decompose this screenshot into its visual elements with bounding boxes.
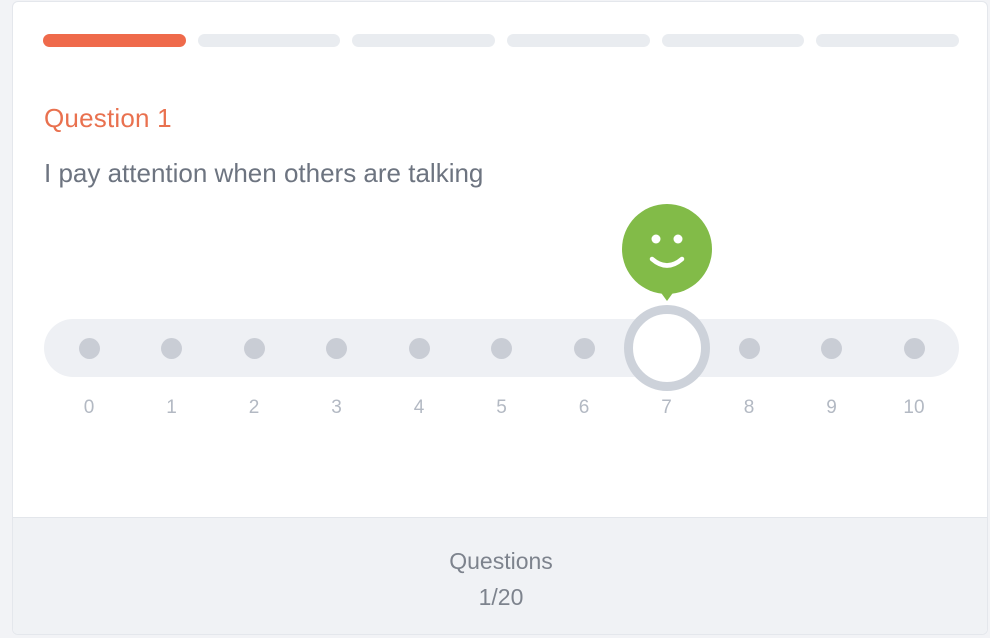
rating-option-3[interactable]	[307, 319, 367, 377]
rating-label: 5	[496, 397, 507, 418]
rating-scale	[44, 305, 959, 391]
rating-label: 7	[661, 397, 672, 418]
rating-label: 9	[826, 397, 837, 418]
selected-rating-indicator	[621, 204, 712, 302]
rating-dot-icon	[903, 337, 925, 359]
rating-label: 0	[83, 397, 95, 418]
progress-segment	[197, 34, 341, 47]
selected-ring-icon	[623, 305, 710, 391]
rating-dot-icon	[78, 337, 100, 359]
question-number: Question 1	[44, 103, 172, 133]
questions-footer: Questions 1/20	[13, 517, 987, 634]
rating-option-4[interactable]	[389, 319, 449, 377]
rating-option-7[interactable]	[623, 305, 710, 391]
questions-label: Questions	[449, 548, 553, 574]
progress-segment	[661, 34, 805, 47]
smiley-face-icon	[621, 204, 712, 301]
rating-label: 10	[903, 397, 925, 418]
rating-label: 6	[578, 397, 590, 418]
rating-option-10[interactable]	[884, 319, 944, 377]
progress-bar	[43, 34, 960, 48]
progress-segment	[43, 34, 186, 47]
question-card: Question 1 I pay attention when others a…	[12, 1, 988, 635]
rating-dot-icon	[243, 337, 265, 359]
rating-dot-icon	[408, 337, 430, 359]
rating-dot-icon	[161, 337, 182, 359]
rating-option-0[interactable]	[59, 319, 119, 377]
rating-dot-icon	[821, 337, 842, 359]
rating-label: 1	[166, 397, 177, 418]
rating-dot-icon	[326, 337, 347, 359]
rating-label: 4	[413, 397, 425, 418]
rating-dot-icon	[738, 337, 760, 359]
progress-segment	[352, 34, 496, 47]
progress-segment	[816, 34, 960, 47]
questions-count: 1/20	[478, 584, 524, 610]
rating-option-8[interactable]	[719, 319, 779, 377]
rating-option-9[interactable]	[802, 319, 862, 377]
rating-label: 3	[331, 397, 342, 418]
rating-option-6[interactable]	[554, 319, 614, 377]
rating-dot-icon	[491, 337, 512, 359]
rating-option-2[interactable]	[224, 319, 284, 377]
rating-option-5[interactable]	[472, 319, 532, 377]
rating-label: 2	[248, 397, 260, 418]
question-text: I pay attention when others are talking	[44, 158, 484, 188]
rating-dot-icon	[573, 337, 595, 359]
rating-option-1[interactable]	[142, 319, 202, 377]
rating-label: 8	[743, 397, 755, 418]
progress-segment	[507, 34, 650, 47]
